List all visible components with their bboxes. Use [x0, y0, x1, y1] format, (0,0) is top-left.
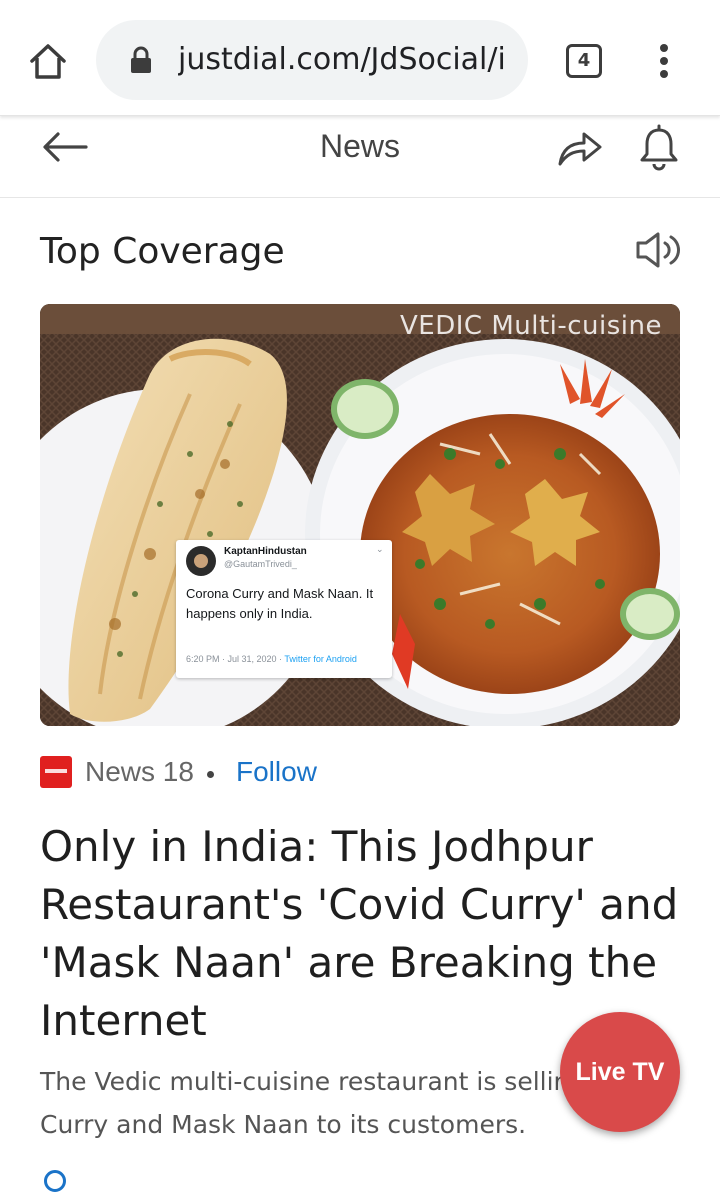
article-hero-image[interactable]: VEDIC Multi-cuisine KaptanHindustan @Gau…	[40, 304, 680, 726]
page-title: News	[319, 128, 400, 164]
tweet-meta: 6:20 PM · Jul 31, 2020 · Twitter for And…	[186, 654, 357, 664]
app-header: News	[0, 116, 720, 198]
section-title: Top Coverage	[40, 231, 285, 272]
tweet-source: Twitter for Android	[284, 654, 357, 664]
lock-icon	[130, 46, 152, 74]
source-name[interactable]: News 18	[85, 752, 194, 792]
tabs-count-button[interactable]: 4	[566, 44, 602, 78]
tweet-time: 6:20 PM · Jul 31, 2020 ·	[186, 654, 283, 664]
live-tv-button[interactable]: Live TV	[560, 1012, 680, 1132]
news18-logo-icon	[40, 756, 72, 788]
address-bar[interactable]: justdial.com/JdSocial/i	[96, 20, 528, 100]
back-arrow-icon[interactable]	[40, 130, 90, 164]
separator-dot	[207, 771, 214, 778]
overflow-menu-icon[interactable]	[654, 40, 674, 84]
chevron-down-icon: ⌄	[376, 544, 384, 554]
url-text: justdial.com/JdSocial/i	[178, 42, 504, 77]
tweet-author-name: KaptanHindustan	[224, 546, 307, 557]
home-icon[interactable]	[26, 40, 70, 84]
avatar	[186, 546, 216, 576]
share-icon[interactable]	[556, 128, 604, 168]
tweet-author-handle: @GautamTrivedi_	[224, 559, 297, 569]
bell-icon[interactable]	[638, 124, 680, 172]
next-source-icon	[44, 1170, 66, 1192]
tweet-card: KaptanHindustan @GautamTrivedi_ ⌄ Corona…	[176, 540, 392, 678]
speaker-icon[interactable]	[634, 230, 682, 270]
tweet-text: Corona Curry and Mask Naan. It happens o…	[186, 586, 374, 621]
follow-button[interactable]: Follow	[236, 752, 317, 792]
browser-toolbar: justdial.com/JdSocial/i 4	[0, 0, 720, 116]
restaurant-watermark: VEDIC Multi-cuisine	[400, 311, 662, 341]
